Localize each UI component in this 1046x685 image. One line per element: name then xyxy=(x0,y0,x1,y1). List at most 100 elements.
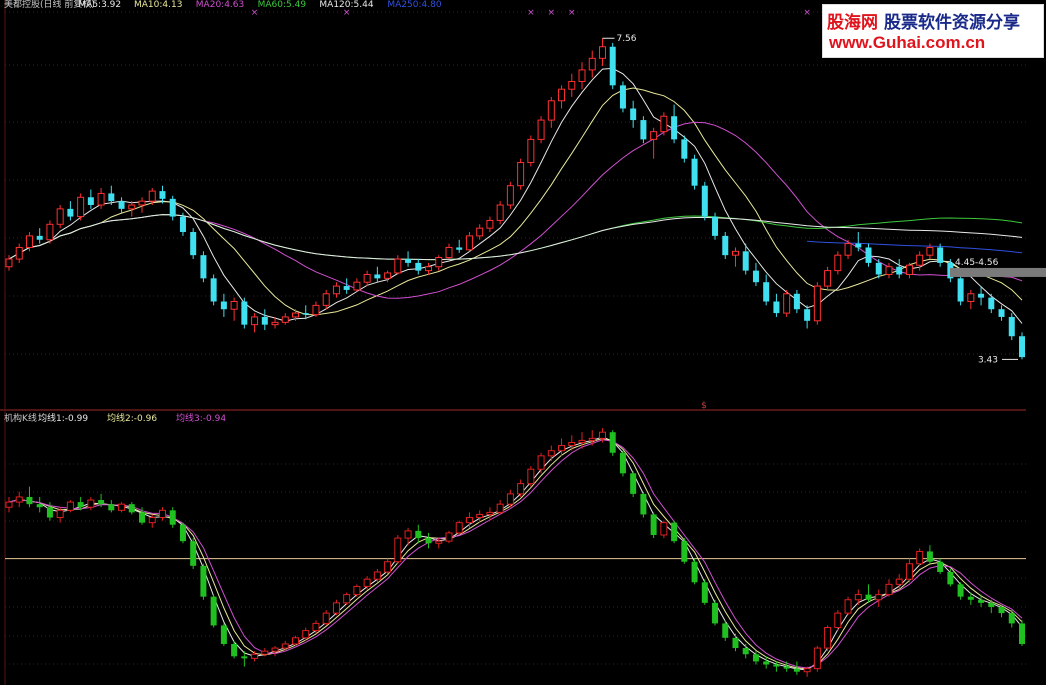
price-candle xyxy=(834,254,842,272)
price-candle xyxy=(537,119,545,140)
price-candle xyxy=(752,270,759,283)
indicator-candle xyxy=(343,594,351,604)
price-candle xyxy=(813,285,821,322)
indicator-candle xyxy=(210,596,217,626)
signal-marker: × xyxy=(568,8,576,18)
price-candle xyxy=(118,201,125,209)
price-candle xyxy=(578,69,586,82)
price-candle xyxy=(374,274,381,279)
indicator-candle xyxy=(619,452,626,474)
indicator-candle xyxy=(415,530,422,539)
price-candle xyxy=(292,312,300,318)
indicator-candle xyxy=(978,599,985,603)
watermark-brand: 股海网 xyxy=(827,13,878,33)
price-candle xyxy=(179,216,186,233)
indicator-candle xyxy=(967,596,974,600)
indicator-candle xyxy=(926,551,933,562)
indicator-candle xyxy=(158,509,166,519)
price-candle xyxy=(1008,316,1015,337)
price-candle xyxy=(988,297,995,310)
bottom-legend-item: 均线1:-0.99 xyxy=(38,412,88,424)
price-candle xyxy=(885,266,893,275)
price-candle xyxy=(271,321,279,326)
price-candle xyxy=(46,223,54,241)
indicator-candle xyxy=(732,637,739,649)
price-candle xyxy=(640,120,647,140)
indicator-candle xyxy=(650,514,657,535)
indicator-candle xyxy=(455,522,463,534)
indicator-candle xyxy=(803,668,811,673)
price-candle xyxy=(97,192,105,206)
price-candle xyxy=(547,100,555,121)
indicator-candle xyxy=(384,561,392,573)
price-candle xyxy=(486,219,494,229)
price-candle xyxy=(496,204,504,221)
top-legend-item: MA10:4.13 xyxy=(134,0,182,10)
indicator-candle xyxy=(108,504,115,511)
indicator-candle xyxy=(660,522,668,536)
range-box xyxy=(950,267,1046,277)
price-candle xyxy=(609,46,616,86)
indicator-candle xyxy=(558,445,566,452)
price-candle xyxy=(108,193,115,202)
price-candle xyxy=(763,282,770,302)
price-candle xyxy=(865,247,872,263)
bottom-legend-item: 均线2:-0.96 xyxy=(107,412,157,424)
indicator-candle xyxy=(712,602,719,624)
indicator-candle xyxy=(322,612,330,624)
price-candle xyxy=(630,108,637,121)
indicator-candle xyxy=(5,501,13,508)
signal-marker: × xyxy=(803,8,811,18)
price-candle xyxy=(998,309,1005,317)
price-candle xyxy=(793,293,800,310)
indicator-candle xyxy=(937,561,944,573)
signal-marker: × xyxy=(548,8,556,18)
price-candle xyxy=(465,235,473,251)
indicator-candle xyxy=(261,650,269,655)
price-candle xyxy=(312,304,320,316)
ma20-line xyxy=(8,121,1023,299)
indicator-candle xyxy=(190,541,197,566)
price-candle xyxy=(363,273,371,283)
price-candle xyxy=(506,185,514,206)
price-candle xyxy=(681,139,688,159)
indicator-candle xyxy=(231,643,238,657)
indicator-candle xyxy=(547,450,555,457)
indicator-candle xyxy=(148,517,156,524)
indicator-candle xyxy=(763,661,770,665)
indicator-candle xyxy=(957,584,964,597)
price-candle xyxy=(671,116,678,140)
bottom-legend-item: 均线3:-0.94 xyxy=(176,412,226,424)
bottom-legend-item: 机构K线 xyxy=(4,412,37,424)
price-candle xyxy=(937,247,944,263)
high-label: 7.56 xyxy=(616,34,636,44)
indicator-candle xyxy=(752,654,759,662)
price-candle xyxy=(967,293,975,302)
indicator-candle xyxy=(353,585,361,596)
indicator-candle xyxy=(630,473,637,494)
indicator-candle xyxy=(578,439,586,443)
dollar-marker: $ xyxy=(701,401,707,411)
watermark-url: www.Guhai.com.cn xyxy=(829,33,986,52)
indicator-candle xyxy=(824,627,832,649)
indicator-candle xyxy=(404,530,412,539)
indicator-candle xyxy=(476,513,484,519)
price-candle xyxy=(476,227,484,237)
price-candle xyxy=(916,254,924,266)
signal-marker: × xyxy=(527,8,535,18)
price-candle xyxy=(824,270,832,287)
price-candle xyxy=(701,185,708,217)
indicator-candle xyxy=(98,500,105,505)
indicator-candle xyxy=(373,571,381,580)
price-candle xyxy=(650,131,658,140)
price-candle xyxy=(128,204,136,210)
price-candle xyxy=(36,235,43,240)
indicator-candle xyxy=(568,441,576,447)
indicator-candle xyxy=(465,517,473,524)
price-candle xyxy=(353,281,361,291)
indicator-candle xyxy=(681,541,688,562)
indicator-candle xyxy=(220,625,227,644)
price-candle xyxy=(87,197,94,205)
avg3-line xyxy=(8,439,1023,669)
price-candle xyxy=(660,115,668,133)
